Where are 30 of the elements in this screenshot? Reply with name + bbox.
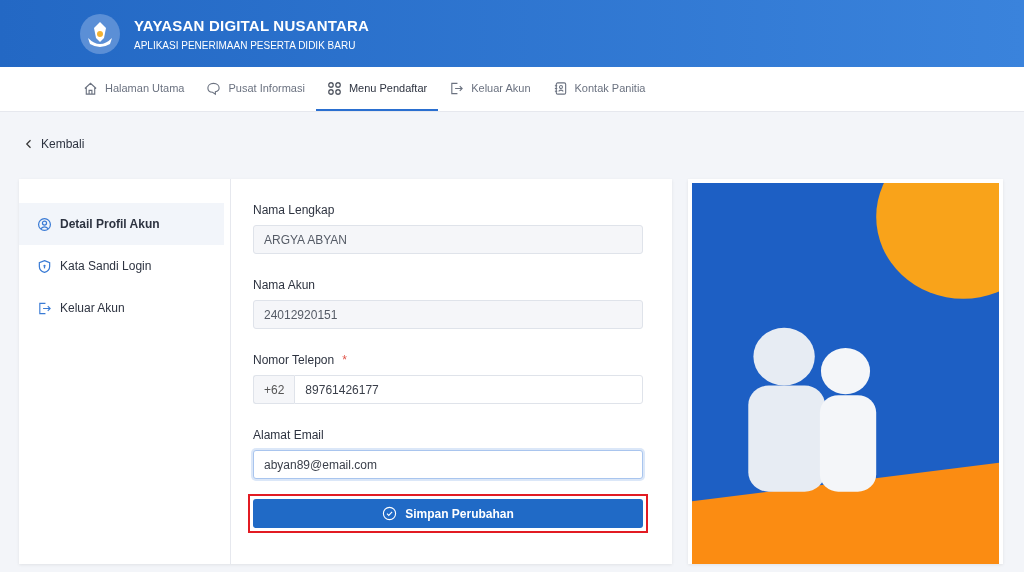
field-label: Nomor Telepon <box>253 353 335 367</box>
user-circle-icon <box>37 216 52 232</box>
save-button[interactable]: Simpan Perubahan <box>253 499 643 528</box>
shield-icon <box>37 258 52 274</box>
back-link[interactable]: Kembali <box>23 137 85 151</box>
chat-bubble-icon <box>206 80 222 96</box>
sidebar-item[interactable]: Keluar Akun <box>19 287 230 329</box>
grid-icon <box>326 80 342 96</box>
app-title: YAYASAN DIGITAL NUSANTARA <box>134 16 370 34</box>
contact-book-icon <box>552 80 568 96</box>
logout-icon <box>449 80 465 96</box>
app-subtitle: APLIKASI PENERIMAAN PESERTA DIDIK BARU <box>134 39 357 51</box>
field-label: Nama Akun <box>253 278 316 292</box>
nav-tab[interactable]: Pusat Informasi <box>195 67 316 111</box>
nav-tab[interactable]: Kontak Panitia <box>541 67 657 111</box>
nav-tab[interactable]: Keluar Akun <box>438 67 542 111</box>
sidebar-item[interactable]: Detail Profil Akun <box>19 203 224 245</box>
field-label: Alamat Email <box>253 428 324 442</box>
nav-tab[interactable]: Halaman Utama <box>72 67 196 111</box>
home-icon <box>83 80 98 96</box>
text-field[interactable]: abyan89@email.com <box>253 450 643 479</box>
required-mark: * <box>342 353 347 367</box>
nav-tab[interactable]: Menu Pendaftar <box>315 67 439 111</box>
phone-prefix: +62 <box>253 375 295 404</box>
field-label: Nama Lengkap <box>253 203 335 217</box>
emblem-logo-icon <box>80 13 120 54</box>
text-field[interactable]: 89761426177 <box>294 375 643 404</box>
sidebar-item[interactable]: Kata Sandi Login <box>19 245 230 287</box>
logout-icon <box>37 300 52 316</box>
check-circle-icon <box>382 506 398 521</box>
